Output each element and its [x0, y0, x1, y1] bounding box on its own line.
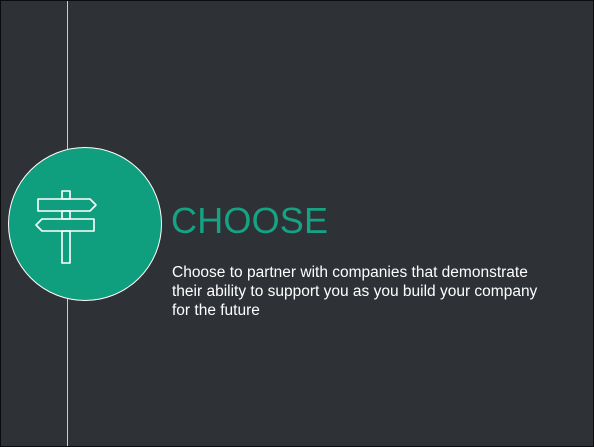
slide-title: CHOOSE	[171, 200, 329, 241]
slide: CHOOSE Choose to partner with companies …	[0, 0, 594, 447]
signpost-icon	[35, 190, 97, 264]
slide-body-text: Choose to partner with companies that de…	[172, 264, 538, 319]
